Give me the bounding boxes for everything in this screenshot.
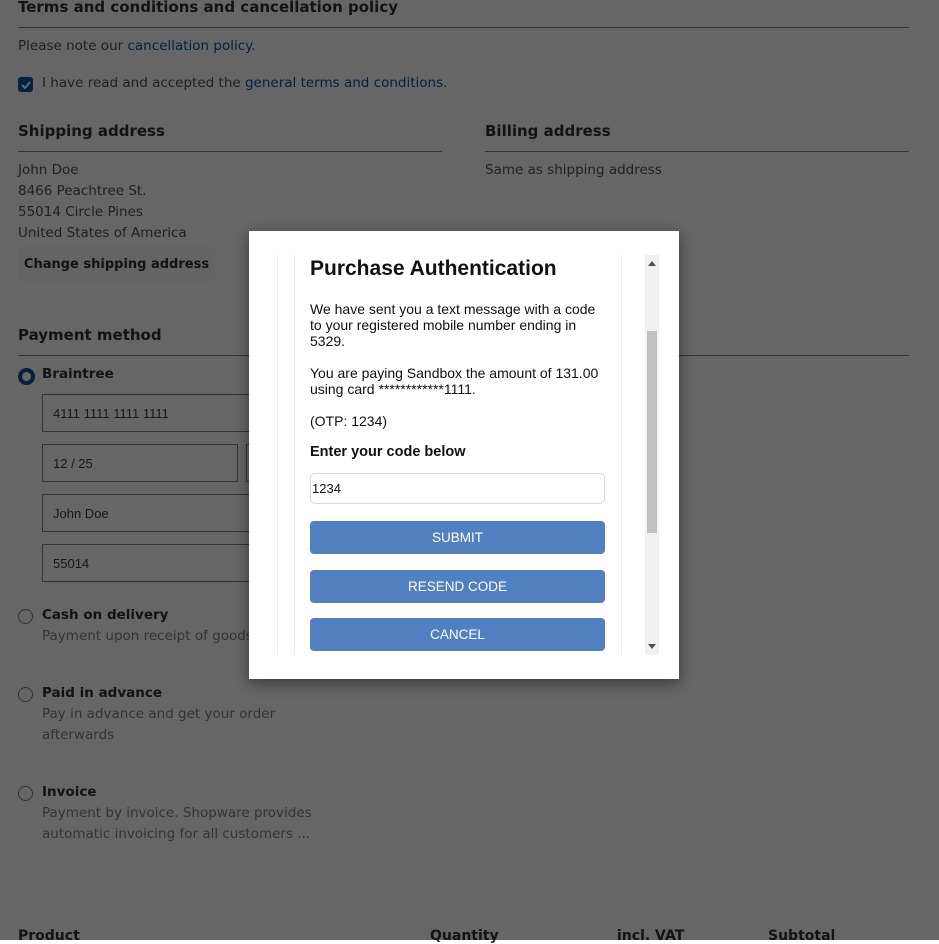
- authentication-iframe: Purchase Authentication We have sent you…: [277, 255, 660, 655]
- code-label: Enter your code below: [310, 444, 466, 460]
- purchase-authentication-modal: Purchase Authentication We have sent you…: [249, 231, 679, 679]
- payment-message: You are paying Sandbox the amount of 131…: [310, 365, 599, 397]
- scroll-up-arrow-icon[interactable]: [648, 261, 656, 266]
- sms-message: We have sent you a text message with a c…: [310, 301, 596, 349]
- otp-hint: (OTP: 1234): [310, 413, 388, 429]
- scroll-down-arrow-icon[interactable]: [648, 644, 656, 649]
- modal-title: Purchase Authentication: [310, 257, 557, 280]
- submit-button[interactable]: SUBMIT: [310, 521, 605, 554]
- otp-code-input[interactable]: 1234: [310, 473, 605, 504]
- cancel-button[interactable]: CANCEL: [310, 618, 605, 651]
- authentication-content: Purchase Authentication We have sent you…: [294, 255, 622, 655]
- scroll-thumb[interactable]: [647, 331, 657, 533]
- resend-code-button[interactable]: RESEND CODE: [310, 570, 605, 603]
- modal-scrollbar[interactable]: [645, 255, 659, 655]
